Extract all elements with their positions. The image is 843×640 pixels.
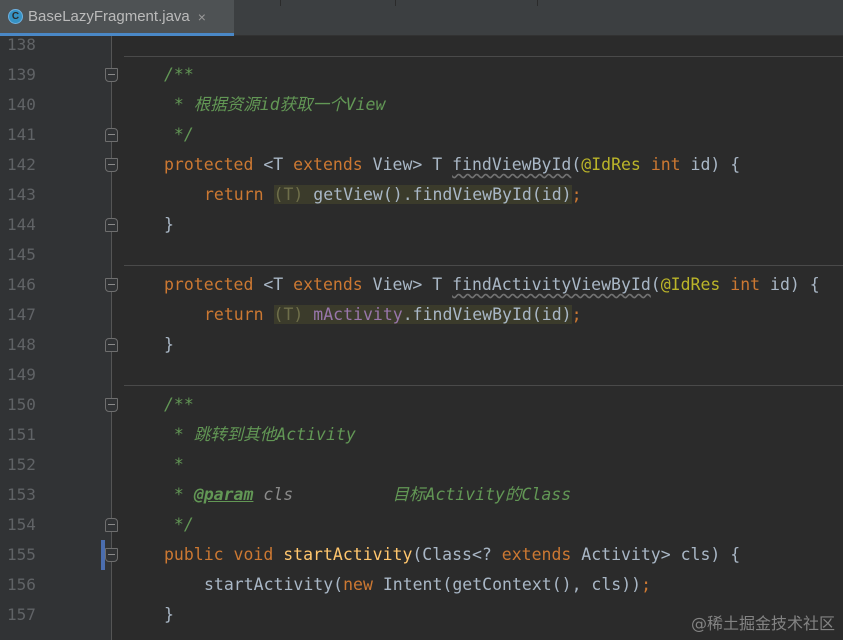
code-line: 140 * 根据资源id获取一个View bbox=[0, 90, 843, 120]
code-line: 145 bbox=[0, 240, 843, 270]
code-text: * @param cls 目标Activity的Class bbox=[164, 485, 572, 504]
fold-toggle-icon[interactable] bbox=[105, 158, 118, 172]
fold-end-icon[interactable] bbox=[105, 128, 118, 142]
fold-end-icon[interactable] bbox=[105, 218, 118, 232]
line-number: 145 bbox=[7, 245, 36, 264]
code-line: 146 protected <T extends View> T findAct… bbox=[0, 270, 843, 300]
line-number: 152 bbox=[7, 455, 36, 474]
code-line: 154 */ bbox=[0, 510, 843, 540]
code-line: 142 protected <T extends View> T findVie… bbox=[0, 150, 843, 180]
code-line: 150 /** bbox=[0, 390, 843, 420]
java-class-icon: C bbox=[8, 9, 23, 24]
code-text: } bbox=[164, 215, 174, 234]
line-number: 156 bbox=[7, 575, 36, 594]
line-number: 148 bbox=[7, 335, 36, 354]
code-text: return (T) getView().findViewById(id); bbox=[204, 185, 582, 204]
code-text: protected <T extends View> T findViewByI… bbox=[164, 155, 741, 174]
code-text: protected <T extends View> T findActivit… bbox=[164, 275, 820, 294]
line-number: 153 bbox=[7, 485, 36, 504]
code-text: * 根据资源id获取一个View bbox=[164, 95, 386, 114]
code-text: } bbox=[164, 605, 174, 624]
line-number: 146 bbox=[7, 275, 36, 294]
line-number: 144 bbox=[7, 215, 36, 234]
code-line: 155 public void startActivity(Class<? ex… bbox=[0, 540, 843, 570]
code-text: * 跳转到其他Activity bbox=[164, 425, 356, 444]
fold-toggle-icon[interactable] bbox=[105, 278, 118, 292]
fold-toggle-icon[interactable] bbox=[105, 68, 118, 82]
code-line: 138 bbox=[0, 30, 843, 60]
code-line: 151 * 跳转到其他Activity bbox=[0, 420, 843, 450]
line-number: 157 bbox=[7, 605, 36, 624]
line-number: 147 bbox=[7, 305, 36, 324]
fold-end-icon[interactable] bbox=[105, 338, 118, 352]
code-line: 147 return (T) mActivity.findViewById(id… bbox=[0, 300, 843, 330]
code-line: 149 bbox=[0, 360, 843, 390]
code-text: * bbox=[164, 455, 184, 474]
fold-toggle-icon[interactable] bbox=[105, 398, 118, 412]
file-tab-title: BaseLazyFragment.java bbox=[28, 8, 190, 25]
watermark: @稀土掘金技术社区 bbox=[690, 614, 835, 633]
line-number: 139 bbox=[7, 65, 36, 84]
code-text: */ bbox=[164, 125, 194, 144]
code-line: 156 startActivity(new Intent(getContext(… bbox=[0, 570, 843, 600]
line-number: 151 bbox=[7, 425, 36, 444]
code-text: return (T) mActivity.findViewById(id); bbox=[204, 305, 582, 324]
close-tab-icon[interactable]: × bbox=[198, 9, 206, 25]
code-line: 153 * @param cls 目标Activity的Class bbox=[0, 480, 843, 510]
code-line: 139 /** bbox=[0, 60, 843, 90]
line-number: 150 bbox=[7, 395, 36, 414]
code-text: startActivity(new Intent(getContext(), c… bbox=[204, 575, 652, 594]
line-number: 143 bbox=[7, 185, 36, 204]
line-number: 138 bbox=[7, 35, 36, 54]
line-number: 142 bbox=[7, 155, 36, 174]
line-number: 155 bbox=[7, 545, 36, 564]
code-text: /** bbox=[164, 65, 194, 84]
line-number: 154 bbox=[7, 515, 36, 534]
fold-toggle-icon[interactable] bbox=[105, 548, 118, 562]
line-number: 140 bbox=[7, 95, 36, 114]
code-line: 152 * bbox=[0, 450, 843, 480]
code-text: /** bbox=[164, 395, 194, 414]
code-line: 141 */ bbox=[0, 120, 843, 150]
line-number: 149 bbox=[7, 365, 36, 384]
code-line: 148 } bbox=[0, 330, 843, 360]
line-number: 141 bbox=[7, 125, 36, 144]
fold-end-icon[interactable] bbox=[105, 518, 118, 532]
code-editor[interactable]: 138 139 /** 140 * 根据资源id获取一个View 141 */ … bbox=[0, 35, 843, 640]
code-text: */ bbox=[164, 515, 194, 534]
code-text: public void startActivity(Class<? extend… bbox=[164, 545, 741, 564]
code-line: 143 return (T) getView().findViewById(id… bbox=[0, 180, 843, 210]
code-line: 144 } bbox=[0, 210, 843, 240]
code-text: } bbox=[164, 335, 174, 354]
